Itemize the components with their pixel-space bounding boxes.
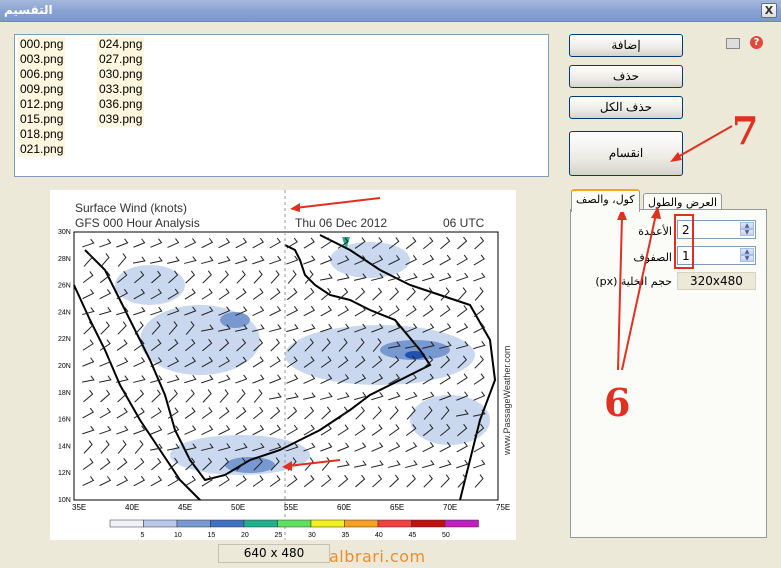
map-subtitle: GFS 000 Hour Analysis — [75, 216, 200, 230]
legend-label: 45 — [409, 532, 417, 539]
file-list-item[interactable]: 021.png — [18, 142, 66, 157]
longitude-label: 35E — [72, 503, 86, 512]
spin-down-icon[interactable]: ▼ — [740, 255, 754, 262]
longitude-label: 50E — [231, 503, 245, 512]
file-list-item[interactable]: 018.png — [18, 127, 66, 142]
legend-label: 15 — [208, 532, 216, 539]
legend-swatch — [109, 519, 144, 528]
legend-swatch — [210, 519, 245, 528]
longitude-labels: 35E 40E 45E 50E 55E 60E 65E 70E 75E — [72, 503, 510, 512]
delete-all-button[interactable]: حذف الكل — [569, 96, 683, 119]
tab-columns-rows[interactable]: كول، والصف — [571, 189, 640, 212]
longitude-label: 65E — [390, 503, 404, 512]
file-list-item[interactable]: 015.png — [18, 112, 66, 127]
add-button[interactable]: إضافة — [569, 34, 683, 57]
close-button[interactable]: X — [761, 3, 777, 18]
file-list-item[interactable]: 009.png — [18, 82, 66, 97]
legend-labels: 5 10 15 20 25 30 35 40 45 50 — [141, 532, 450, 539]
folder-icon[interactable] — [726, 38, 740, 49]
file-list-item[interactable]: 003.png — [18, 52, 66, 67]
map-title: Surface Wind (knots) — [75, 201, 187, 215]
legend-swatch — [243, 519, 278, 528]
latitude-label: 30N — [58, 229, 71, 236]
file-list[interactable]: 000.png 003.png 006.png 009.png 012.png 015.p… — [14, 34, 549, 177]
file-list-item[interactable]: 033.png — [97, 82, 145, 97]
latitude-label: 28N — [58, 256, 71, 263]
legend-label: 40 — [375, 532, 383, 539]
latitude-label: 22N — [58, 336, 71, 343]
window-title: التقسيم — [4, 3, 53, 17]
legend-swatch — [444, 519, 479, 528]
legend-label: 20 — [241, 532, 249, 539]
legend-swatch — [277, 519, 312, 528]
longitude-label: 75E — [496, 503, 510, 512]
longitude-label: 55E — [284, 503, 298, 512]
weather-map-image: Surface Wind (knots) GFS 000 Hour Analys… — [50, 190, 516, 540]
legend-swatch — [143, 519, 178, 528]
latitude-label: 26N — [58, 283, 71, 290]
longitude-label: 45E — [178, 503, 192, 512]
latitude-label: 12N — [58, 470, 71, 477]
legend-label: 10 — [174, 532, 182, 539]
file-list-item[interactable]: 012.png — [18, 97, 66, 112]
legend-label: 5 — [141, 532, 145, 539]
legend-swatch — [411, 519, 446, 528]
spin-down-icon[interactable]: ▼ — [740, 229, 754, 236]
spin-up-icon[interactable]: ▲ — [740, 248, 754, 255]
legend-label: 35 — [342, 532, 350, 539]
latitude-label: 18N — [58, 390, 71, 397]
legend-label: 50 — [442, 532, 450, 539]
legend-swatch — [176, 519, 211, 528]
file-list-item[interactable]: 024.png — [97, 37, 145, 52]
latitude-labels: 30N 28N 26N 24N 22N 20N 18N 16N 14N 12N 10N — [58, 229, 71, 504]
legend-swatch — [377, 519, 412, 528]
map-date: Thu 06 Dec 2012 — [295, 216, 387, 230]
map-time: 06 UTC — [443, 216, 485, 230]
longitude-label: 60E — [337, 503, 351, 512]
spin-up-icon[interactable]: ▲ — [740, 222, 754, 229]
file-list-item[interactable]: 006.png — [18, 67, 66, 82]
help-icon[interactable]: ? — [750, 36, 763, 49]
longitude-label: 40E — [125, 503, 139, 512]
watermark: albrari.com — [329, 547, 426, 566]
image-size-status: 640 x 480 — [218, 544, 330, 563]
latitude-label: 10N — [58, 497, 71, 504]
map-credit: www.PassageWeather.com — [502, 346, 512, 456]
legend-label: 30 — [308, 532, 316, 539]
file-list-item[interactable]: 039.png — [97, 112, 145, 127]
file-list-item[interactable]: 000.png — [18, 37, 66, 52]
latitude-label: 14N — [58, 443, 71, 450]
wind-speed-legend — [109, 519, 479, 528]
latitude-label: 24N — [58, 309, 71, 316]
longitude-label: 70E — [443, 503, 457, 512]
step-6-annotation: 6 — [604, 380, 631, 425]
title-bar: التقسيم X — [0, 0, 781, 22]
legend-swatch — [310, 519, 345, 528]
legend-label: 25 — [275, 532, 283, 539]
file-list-item[interactable]: 030.png — [97, 67, 145, 82]
file-list-item[interactable]: 027.png — [97, 52, 145, 67]
latitude-label: 20N — [58, 363, 71, 370]
file-list-column-1: 000.png 003.png 006.png 009.png 012.png 015.p… — [18, 37, 66, 157]
legend-swatch — [344, 519, 379, 528]
file-list-column-2: 024.png 027.png 030.png 033.png 036.png 039.p… — [97, 37, 145, 127]
latitude-label: 16N — [58, 417, 71, 424]
file-list-item[interactable]: 036.png — [97, 97, 145, 112]
delete-button[interactable]: حذف — [569, 65, 683, 88]
